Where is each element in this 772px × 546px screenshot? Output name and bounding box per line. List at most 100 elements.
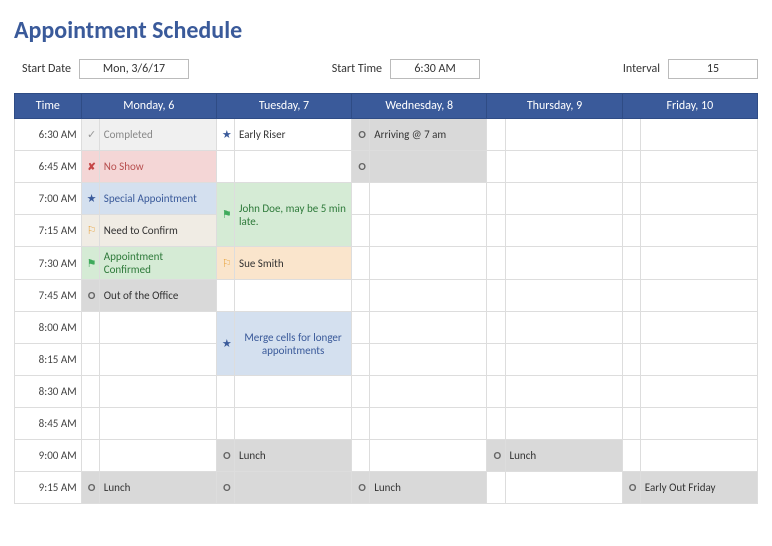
cell-icon[interactable] bbox=[216, 280, 234, 312]
cell-label[interactable] bbox=[370, 408, 487, 440]
cell-label[interactable] bbox=[235, 472, 352, 504]
circle-icon[interactable]: O bbox=[352, 119, 370, 151]
circle-icon[interactable]: O bbox=[81, 280, 99, 312]
cell-icon[interactable] bbox=[81, 376, 99, 408]
cell-label[interactable] bbox=[505, 151, 622, 183]
cell-icon[interactable] bbox=[622, 408, 640, 440]
cell-label[interactable] bbox=[370, 151, 487, 183]
cell-label[interactable]: Sue Smith bbox=[235, 247, 352, 280]
star-icon[interactable]: ★ bbox=[216, 312, 234, 376]
cell-icon[interactable] bbox=[487, 472, 505, 504]
cell-label[interactable] bbox=[370, 215, 487, 247]
cell-icon[interactable] bbox=[352, 408, 370, 440]
cell-icon[interactable] bbox=[487, 183, 505, 215]
cell-icon[interactable] bbox=[622, 215, 640, 247]
flag-orange-icon[interactable]: ⚐ bbox=[81, 215, 99, 247]
cell-label[interactable] bbox=[640, 344, 757, 376]
cell-label[interactable] bbox=[640, 247, 757, 280]
check-icon[interactable]: ✓ bbox=[81, 119, 99, 151]
cell-icon[interactable] bbox=[487, 247, 505, 280]
cell-label[interactable] bbox=[505, 247, 622, 280]
cell-label[interactable] bbox=[640, 312, 757, 344]
cell-label[interactable]: Special Appointment bbox=[99, 183, 216, 215]
cell-icon[interactable] bbox=[352, 247, 370, 280]
cell-icon[interactable] bbox=[622, 280, 640, 312]
cell-label[interactable] bbox=[99, 344, 216, 376]
cell-label[interactable]: Lunch bbox=[505, 440, 622, 472]
cell-label[interactable] bbox=[370, 376, 487, 408]
cell-label[interactable] bbox=[99, 312, 216, 344]
cell-label[interactable] bbox=[640, 280, 757, 312]
cell-label[interactable] bbox=[235, 408, 352, 440]
flag-green-icon[interactable]: ⚑ bbox=[216, 183, 234, 247]
cell-label[interactable]: Need to Confirm bbox=[99, 215, 216, 247]
circle-icon[interactable]: O bbox=[352, 151, 370, 183]
cell-icon[interactable] bbox=[352, 440, 370, 472]
cell-label[interactable]: Completed bbox=[99, 119, 216, 151]
cell-icon[interactable] bbox=[622, 183, 640, 215]
cell-label[interactable] bbox=[370, 344, 487, 376]
cell-label[interactable] bbox=[505, 344, 622, 376]
cell-label[interactable]: Arriving @ 7 am bbox=[370, 119, 487, 151]
cell-icon[interactable] bbox=[352, 344, 370, 376]
circle-icon[interactable]: O bbox=[81, 472, 99, 504]
cell-icon[interactable] bbox=[216, 376, 234, 408]
cell-label[interactable] bbox=[505, 183, 622, 215]
start-date-input[interactable]: Mon, 3/6/17 bbox=[79, 59, 189, 79]
cell-label[interactable] bbox=[640, 408, 757, 440]
cell-icon[interactable] bbox=[487, 408, 505, 440]
cell-icon[interactable] bbox=[487, 119, 505, 151]
cell-icon[interactable] bbox=[352, 312, 370, 344]
cell-label[interactable] bbox=[640, 215, 757, 247]
cell-label[interactable] bbox=[640, 440, 757, 472]
cell-label[interactable]: John Doe, may be 5 min late. bbox=[235, 183, 352, 247]
cell-label[interactable] bbox=[640, 376, 757, 408]
cell-icon[interactable] bbox=[81, 440, 99, 472]
cell-label[interactable] bbox=[640, 119, 757, 151]
cell-icon[interactable] bbox=[352, 215, 370, 247]
flag-green-icon[interactable]: ⚑ bbox=[81, 247, 99, 280]
star-icon[interactable]: ★ bbox=[81, 183, 99, 215]
cell-label[interactable]: Early Riser bbox=[235, 119, 352, 151]
cell-icon[interactable] bbox=[81, 408, 99, 440]
cell-label[interactable]: Merge cells for longer appointments bbox=[235, 312, 352, 376]
star-icon[interactable]: ★ bbox=[216, 119, 234, 151]
cell-icon[interactable] bbox=[216, 151, 234, 183]
circle-icon[interactable]: O bbox=[622, 472, 640, 504]
circle-icon[interactable]: O bbox=[487, 440, 505, 472]
cell-label[interactable] bbox=[370, 183, 487, 215]
cell-label[interactable] bbox=[505, 376, 622, 408]
cell-label[interactable]: Lunch bbox=[370, 472, 487, 504]
cell-icon[interactable] bbox=[352, 280, 370, 312]
cell-icon[interactable] bbox=[81, 344, 99, 376]
cell-icon[interactable] bbox=[622, 247, 640, 280]
cell-icon[interactable] bbox=[487, 344, 505, 376]
cell-label[interactable] bbox=[505, 215, 622, 247]
cell-icon[interactable] bbox=[622, 344, 640, 376]
circle-icon[interactable]: O bbox=[216, 440, 234, 472]
cell-label[interactable] bbox=[505, 280, 622, 312]
start-time-input[interactable]: 6:30 AM bbox=[390, 59, 480, 79]
cell-icon[interactable] bbox=[487, 376, 505, 408]
interval-input[interactable]: 15 bbox=[668, 59, 758, 79]
cell-icon[interactable] bbox=[487, 151, 505, 183]
cell-label[interactable] bbox=[640, 151, 757, 183]
cell-label[interactable]: No Show bbox=[99, 151, 216, 183]
cell-icon[interactable] bbox=[487, 280, 505, 312]
cell-icon[interactable] bbox=[487, 215, 505, 247]
cell-label[interactable] bbox=[505, 312, 622, 344]
cell-label[interactable]: Lunch bbox=[235, 440, 352, 472]
cell-icon[interactable] bbox=[622, 151, 640, 183]
cell-label[interactable] bbox=[505, 472, 622, 504]
cell-label[interactable] bbox=[505, 408, 622, 440]
cell-icon[interactable] bbox=[622, 312, 640, 344]
cell-label[interactable] bbox=[370, 247, 487, 280]
cell-icon[interactable] bbox=[487, 312, 505, 344]
cell-label[interactable] bbox=[99, 440, 216, 472]
cell-icon[interactable] bbox=[622, 119, 640, 151]
cell-label[interactable]: Early Out Friday bbox=[640, 472, 757, 504]
cell-label[interactable] bbox=[235, 151, 352, 183]
flag-orange-icon[interactable]: ⚐ bbox=[216, 247, 234, 280]
cell-label[interactable] bbox=[99, 376, 216, 408]
cell-label[interactable] bbox=[235, 376, 352, 408]
